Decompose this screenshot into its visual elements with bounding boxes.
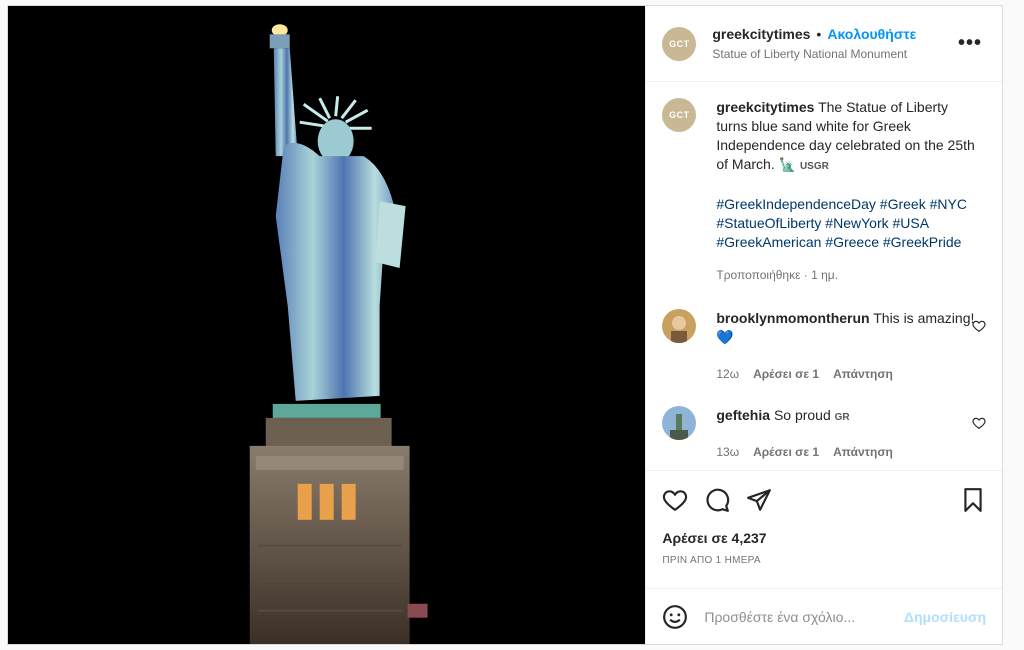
share-icon[interactable] bbox=[746, 487, 772, 513]
comment-like-heart-icon[interactable] bbox=[972, 416, 986, 430]
comment-text: So proud bbox=[773, 407, 831, 423]
comment-item: geftehia So proud GR 13ω Αρέσει σε 1 Απά… bbox=[662, 406, 986, 462]
comment-username[interactable]: brooklynmomontherun bbox=[716, 310, 869, 326]
author-username[interactable]: greekcitytimes bbox=[712, 25, 810, 43]
commenter-avatar[interactable] bbox=[662, 406, 697, 440]
comments-section: GCT greekcitytimes The Statue of Liberty… bbox=[646, 82, 1002, 470]
comment-likes[interactable]: Αρέσει σε 1 bbox=[753, 443, 819, 462]
action-bar bbox=[646, 470, 1002, 528]
emoji-icon[interactable] bbox=[662, 604, 688, 630]
post-image[interactable] bbox=[8, 6, 646, 644]
caption-body: greekcitytimes The Statue of Liberty tur… bbox=[716, 98, 976, 285]
comment-input[interactable] bbox=[704, 608, 904, 625]
heart-icon[interactable] bbox=[662, 487, 688, 513]
caption-hashtags[interactable]: #GreekIndependenceDay #Greek #NYC #Statu… bbox=[716, 195, 976, 252]
comment-age: 13ω bbox=[716, 445, 740, 459]
location-link[interactable]: Statue of Liberty National Monument bbox=[712, 47, 916, 63]
reply-button[interactable]: Απάντηση bbox=[833, 443, 893, 462]
comment-username[interactable]: geftehia bbox=[716, 407, 770, 423]
bookmark-icon[interactable] bbox=[960, 487, 986, 513]
caption-username[interactable]: greekcitytimes bbox=[716, 99, 814, 115]
reply-button[interactable]: Απάντηση bbox=[833, 365, 893, 384]
comment-meta: 12ω Αρέσει σε 1 Απάντηση bbox=[716, 365, 976, 384]
comment-icon[interactable] bbox=[704, 487, 730, 513]
comment-item: brooklynmomontherun This is amazing! 💙 1… bbox=[662, 309, 986, 384]
post-sidebar: GCT greekcitytimes • Ακολουθήστε Statue … bbox=[645, 6, 1002, 644]
follow-button[interactable]: Ακολουθήστε bbox=[827, 25, 916, 43]
edited-label: Τροποποιήθηκε · 1 ημ. bbox=[716, 268, 839, 282]
caption-meta: Τροποποιήθηκε · 1 ημ. bbox=[716, 266, 976, 285]
publish-button[interactable]: Δημοσίευση bbox=[904, 609, 986, 625]
comment-body: geftehia So proud GR 13ω Αρέσει σε 1 Απά… bbox=[716, 406, 976, 462]
statue-of-liberty-image bbox=[8, 6, 646, 644]
post-timestamp: ΠΡΙΝ ΑΠΟ 1 ΗΜΕΡΑ bbox=[662, 555, 761, 566]
post-container: GCT greekcitytimes • Ακολουθήστε Statue … bbox=[7, 5, 1003, 645]
caption-avatar[interactable]: GCT bbox=[662, 98, 697, 132]
comment-like-heart-icon[interactable] bbox=[972, 319, 986, 333]
flag-gr: GR bbox=[834, 412, 850, 423]
caption: GCT greekcitytimes The Statue of Liberty… bbox=[662, 98, 986, 285]
add-comment-bar: Δημοσίευση bbox=[646, 588, 1002, 644]
post-header: GCT greekcitytimes • Ακολουθήστε Statue … bbox=[646, 6, 1002, 82]
author-avatar[interactable]: GCT bbox=[662, 26, 697, 61]
comment-age: 12ω bbox=[716, 367, 740, 381]
flag-usgr: USGR bbox=[799, 161, 829, 172]
separator-dot: • bbox=[816, 25, 822, 42]
more-options-icon[interactable]: ••• bbox=[958, 32, 982, 55]
likes-count[interactable]: Αρέσει σε 4,237 bbox=[646, 528, 1002, 552]
commenter-avatar[interactable] bbox=[662, 309, 697, 343]
comment-likes[interactable]: Αρέσει σε 1 bbox=[753, 365, 819, 384]
comment-body: brooklynmomontherun This is amazing! 💙 1… bbox=[716, 309, 976, 384]
author-meta: greekcitytimes • Ακολουθήστε Statue of L… bbox=[712, 25, 916, 63]
comment-meta: 13ω Αρέσει σε 1 Απάντηση bbox=[716, 443, 976, 462]
